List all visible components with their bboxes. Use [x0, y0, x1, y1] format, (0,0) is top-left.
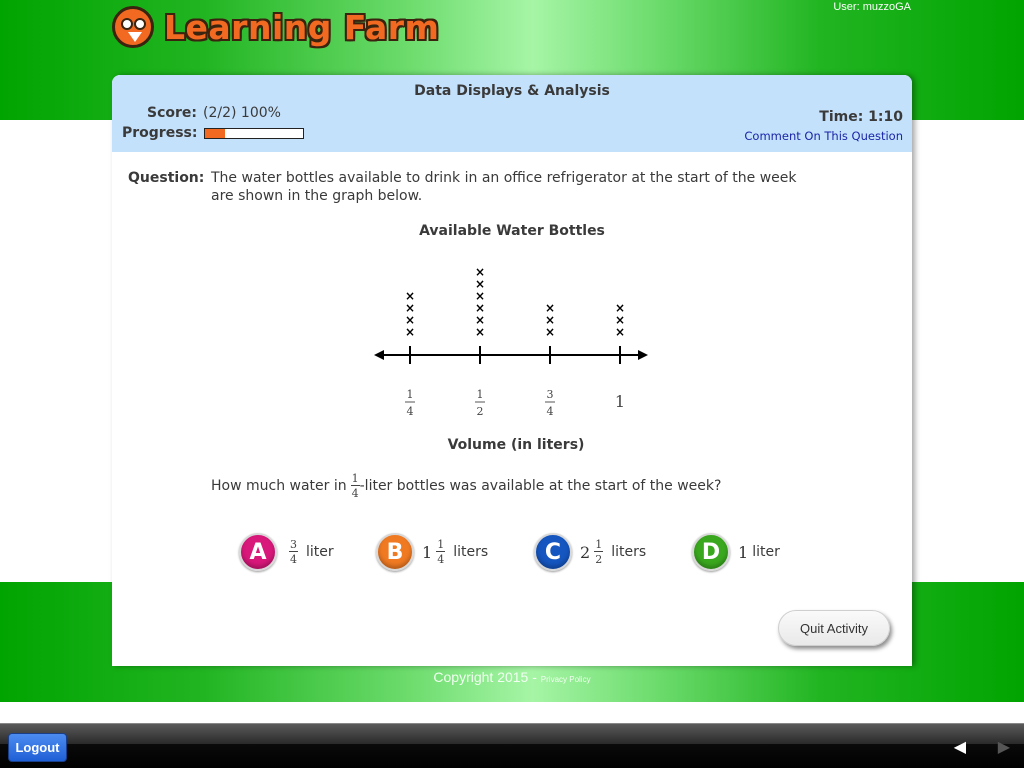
data-point-x: ×: [405, 313, 415, 327]
data-point-x: ×: [475, 289, 485, 303]
answer-letter-a-icon[interactable]: A: [239, 533, 277, 571]
tick-label-denominator: 4: [547, 405, 554, 418]
prompt-fraction-denominator: 4: [351, 487, 359, 500]
owl-logo-icon: [112, 6, 154, 48]
quit-activity-button[interactable]: Quit Activity: [778, 610, 890, 646]
data-point-x: ×: [545, 325, 555, 339]
answer-fraction-denominator: 4: [437, 553, 445, 566]
logo[interactable]: Learning Farm: [112, 4, 439, 50]
score-label: Score:: [147, 105, 197, 121]
axis-left-arrow: [374, 350, 384, 360]
answer-fraction-numerator: 3: [289, 538, 298, 552]
answer-fraction: 34: [289, 539, 298, 565]
answer-whole-number: 1: [422, 542, 433, 562]
data-point-x: ×: [405, 289, 415, 303]
activity-title: Data Displays & Analysis: [414, 83, 610, 99]
progress-fill: [205, 128, 226, 138]
logout-button[interactable]: Logout: [8, 733, 67, 762]
data-point-x: ×: [475, 265, 485, 279]
answer-fraction: 14: [436, 538, 446, 566]
answer-fraction-numerator: 1: [436, 538, 446, 552]
answer-choice-d[interactable]: D 1 liter: [692, 532, 780, 572]
data-point-x: ×: [475, 301, 485, 315]
prompt-fraction: 1 4: [350, 472, 360, 500]
axis-right-arrow: [638, 350, 648, 360]
answer-choice-b[interactable]: B 1 1 4 liters: [376, 532, 488, 572]
answer-letter-d-icon[interactable]: D: [692, 533, 730, 571]
answer-fraction-numerator: 1: [594, 538, 604, 552]
answer-choice-a[interactable]: A 3 4 liter: [239, 532, 334, 572]
page: Learning Farm User: muzzoGA Data Display…: [0, 0, 1024, 768]
answer-fraction: 12: [594, 538, 604, 566]
forward-arrow-icon[interactable]: ▶: [998, 737, 1010, 756]
question-text: The water bottles available to drink in …: [211, 170, 797, 204]
data-point-x: ×: [615, 301, 625, 315]
progress-bar: [204, 127, 305, 139]
data-point-x: ×: [545, 313, 555, 327]
data-point-x: ×: [405, 301, 415, 315]
answer-choice-c[interactable]: C 2 1 2 liters: [534, 532, 646, 572]
answer-text: 2 1 2 liters: [580, 539, 646, 565]
chart-title: Available Water Bottles: [419, 223, 605, 239]
prompt-text-before: How much water in: [211, 478, 347, 494]
answer-unit: liter: [752, 544, 780, 560]
data-point-x: ×: [405, 325, 415, 339]
answer-text: 1 liter: [738, 543, 780, 562]
chart-x-axis-label: Volume (in liters): [447, 437, 585, 453]
answer-letter-b-icon[interactable]: B: [376, 533, 414, 571]
question-prompt: How much water in 1 4 -liter bottles was…: [211, 473, 721, 499]
brand-name: Learning Farm: [164, 7, 440, 47]
answer-fraction-denominator: 2: [595, 553, 603, 566]
copyright-text: Copyright 2015 -: [433, 669, 537, 685]
question-label: Question:: [128, 170, 205, 186]
progress-row: Progress:: [122, 125, 305, 141]
answer-unit: liters: [453, 544, 489, 560]
activity-panel: Data Displays & Analysis Score: (2/2) 10…: [112, 75, 912, 666]
tick-label: 1: [615, 392, 625, 411]
answer-unit: liter: [306, 544, 334, 560]
score-value: (2/2) 100%: [203, 105, 281, 121]
answer-fraction-denominator: 4: [290, 553, 297, 566]
line-plot: ××××14××××××12×××34×××1: [374, 265, 648, 418]
bottom-toolbar: Logout ◀ ▶: [0, 723, 1024, 768]
data-point-x: ×: [475, 325, 485, 339]
prompt-fraction-numerator: 1: [350, 472, 360, 486]
panel-header: Data Displays & Analysis Score: (2/2) 10…: [112, 75, 912, 152]
data-point-x: ×: [475, 277, 485, 291]
answer-text: 3 4 liter: [285, 539, 334, 565]
back-arrow-icon[interactable]: ◀: [954, 737, 966, 756]
privacy-policy-link[interactable]: Privacy Policy: [541, 675, 591, 684]
answer-choices: A 3 4 liter B 1 1 4 liters C 2 1 2 liters D 1 liter: [112, 532, 912, 572]
data-point-x: ×: [475, 313, 485, 327]
answer-text: 1 1 4 liters: [422, 539, 488, 565]
tick-label-numerator: 1: [477, 388, 484, 401]
comment-on-question-link[interactable]: Comment On This Question: [744, 129, 903, 143]
prompt-text-after: -liter bottles was available at the star…: [359, 478, 722, 494]
data-point-x: ×: [545, 301, 555, 315]
timer: Time: 1:10: [819, 109, 903, 125]
answer-letter-c-icon[interactable]: C: [534, 533, 572, 571]
tick-label-numerator: 1: [407, 388, 414, 401]
tick-label-denominator: 2: [477, 405, 484, 418]
answer-whole-number: 1: [738, 542, 749, 562]
data-point-x: ×: [615, 325, 625, 339]
data-point-x: ×: [615, 313, 625, 327]
answer-whole-number: 2: [580, 542, 591, 562]
copyright: Copyright 2015 - Privacy Policy: [0, 669, 1024, 685]
tick-label-denominator: 4: [407, 405, 414, 418]
tick-label-numerator: 3: [547, 388, 554, 401]
user-label: User: muzzoGA: [833, 1, 911, 13]
progress-label: Progress:: [122, 125, 198, 141]
answer-unit: liters: [611, 544, 647, 560]
